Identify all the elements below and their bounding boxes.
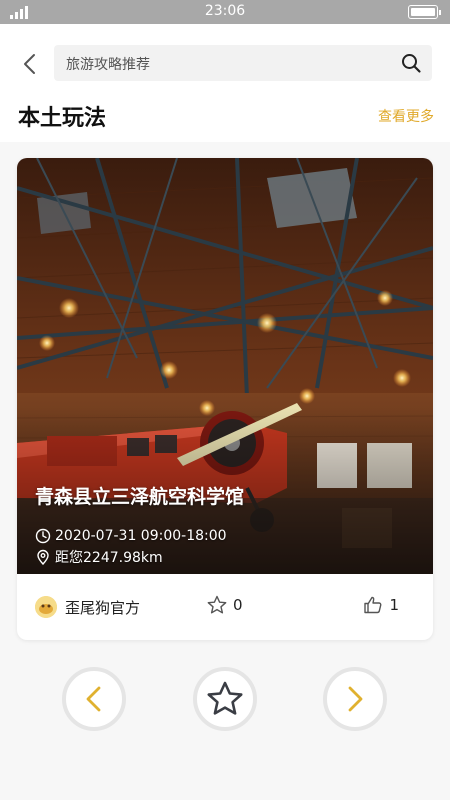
search-input[interactable]: 旅游攻略推荐 xyxy=(54,45,432,81)
star-outline-icon xyxy=(207,595,227,614)
favorite-count: 0 xyxy=(233,596,243,614)
clock-icon xyxy=(35,528,51,544)
star-icon xyxy=(207,681,243,715)
thumbs-up-icon xyxy=(364,596,382,614)
chevron-left-icon xyxy=(86,686,101,712)
favorite-star-button[interactable] xyxy=(193,667,257,731)
avatar xyxy=(35,596,57,618)
favorite-button[interactable]: 0 xyxy=(207,595,243,615)
distance: 距您2247.98km xyxy=(35,547,163,567)
author[interactable]: 歪尾狗官方 xyxy=(35,596,140,618)
previous-button[interactable] xyxy=(62,667,126,731)
search-icon[interactable] xyxy=(400,52,422,74)
chevron-left-icon xyxy=(24,54,35,74)
status-bar: 23:06 xyxy=(0,0,450,24)
opening-hours: 2020-07-31 09:00-18:00 xyxy=(35,526,227,546)
card-footer: 歪尾狗官方 0 1 xyxy=(17,574,433,640)
attraction-photo[interactable]: 青森县立三泽航空科学馆 2020-07-31 09:00-18:00 距您224… xyxy=(17,158,433,574)
status-time: 23:06 xyxy=(204,3,246,19)
header: 旅游攻略推荐 本土玩法 查看更多 xyxy=(0,24,450,142)
chevron-right-icon xyxy=(348,686,363,712)
view-more-link[interactable]: 查看更多 xyxy=(378,106,434,126)
battery-icon xyxy=(408,5,441,19)
like-button[interactable]: 1 xyxy=(363,595,399,615)
place-name: 青森县立三泽航空科学馆 xyxy=(35,486,245,508)
author-name: 歪尾狗官方 xyxy=(65,598,141,617)
opening-hours-text: 2020-07-31 09:00-18:00 xyxy=(55,528,227,544)
attraction-card[interactable]: 青森县立三泽航空科学馆 2020-07-31 09:00-18:00 距您224… xyxy=(17,158,433,640)
like-count: 1 xyxy=(389,596,399,614)
location-pin-icon xyxy=(37,549,49,565)
distance-text: 距您2247.98km xyxy=(55,550,163,566)
next-button[interactable] xyxy=(323,667,387,731)
section-title: 本土玩法 xyxy=(18,106,107,131)
search-placeholder: 旅游攻略推荐 xyxy=(66,57,150,73)
back-button[interactable] xyxy=(14,48,46,80)
